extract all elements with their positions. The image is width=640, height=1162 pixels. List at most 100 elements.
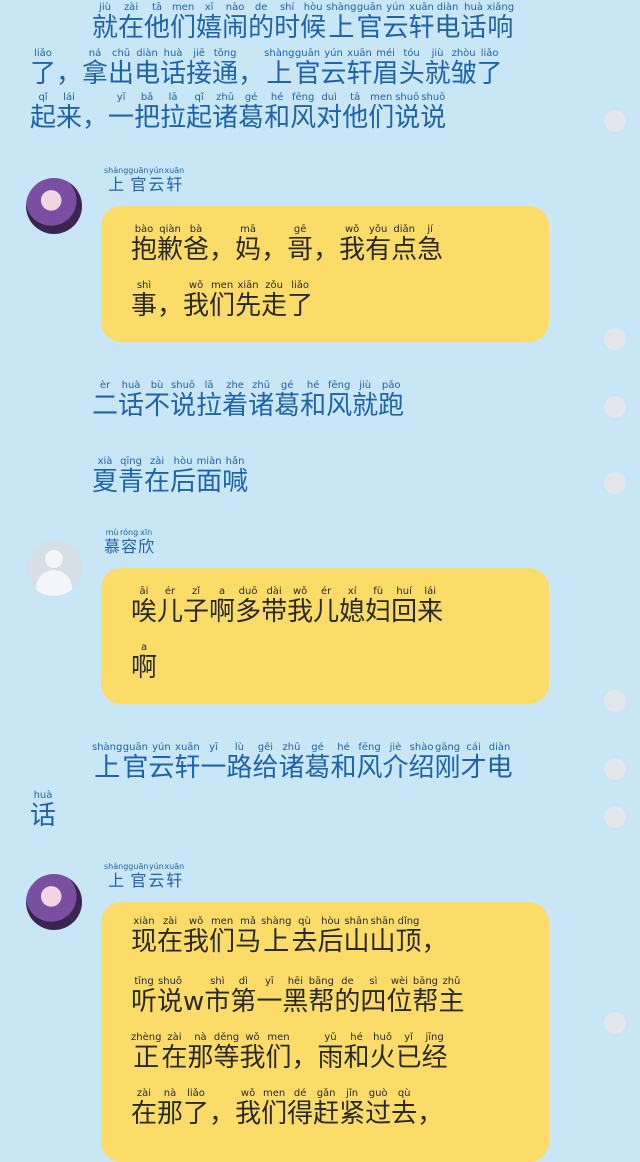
ruby-char: 帮bāng: [412, 976, 439, 1017]
ruby-char: 在zài: [118, 2, 145, 43]
ruby-char: 的de: [334, 976, 361, 1017]
ruby-char: 拉lā: [160, 92, 187, 133]
ruby-char: 回huí: [391, 586, 418, 627]
ruby-char: 第dì: [230, 976, 257, 1017]
message-line: 听tīng说shuōw 市shì第dì一yī黑hēi帮bāng的de四sì位wè…: [131, 976, 464, 1018]
ruby-char: 儿ér: [157, 586, 184, 627]
message-line: 事shì， 我wǒ们men先xiān走zǒu了liǎo: [131, 280, 313, 322]
ruby-char: 点diǎn: [391, 224, 418, 265]
ruby-char: 把bǎ: [134, 92, 161, 133]
ruby-char: ，: [417, 1099, 444, 1129]
default-avatar-head: [45, 550, 63, 568]
avatar-murongxin[interactable]: [26, 540, 82, 596]
scroll-dot: [604, 690, 626, 712]
ruby-char: ，: [56, 59, 83, 89]
ruby-char: ，: [313, 235, 340, 265]
ruby-char: 跑pǎo: [378, 380, 405, 421]
ruby-char: 听tīng: [131, 976, 158, 1017]
ruby-char: 欣xīn: [138, 528, 155, 556]
ruby-char: 说shuō: [394, 92, 421, 133]
ruby-char: 爸bà: [183, 224, 210, 265]
ruby-char: 们men: [265, 1032, 292, 1073]
narration-line: 话huà: [30, 790, 56, 832]
ruby-char: 去qù: [391, 1088, 418, 1129]
ruby-char: 山shān: [369, 916, 396, 957]
ruby-char: 们men: [261, 1088, 288, 1129]
ruby-char: 上shàng: [264, 48, 295, 89]
ruby-char: 不bù: [144, 380, 171, 421]
ruby-char: 着zhe: [222, 380, 249, 421]
default-avatar-body: [36, 570, 72, 596]
avatar-shangguan[interactable]: [26, 874, 82, 930]
ruby-char: 慕mù: [104, 528, 121, 556]
ruby-char: 葛gé: [274, 380, 301, 421]
ruby-char: 出chū: [108, 48, 135, 89]
ruby-char: 来lái: [56, 92, 83, 133]
ruby-char: 我wǒ: [287, 586, 314, 627]
ruby-char: 介jiè: [382, 742, 409, 783]
ruby-char: 多duō: [235, 586, 262, 627]
ruby-char: 路lù: [226, 742, 253, 783]
ruby-char: 诸zhū: [248, 380, 275, 421]
ruby-char: 给gěi: [252, 742, 279, 783]
ruby-char: 在zài: [157, 916, 184, 957]
avatar-shangguan[interactable]: [26, 178, 82, 234]
scroll-dot: [604, 758, 626, 780]
ruby-char: 青qīng: [118, 456, 145, 497]
ruby-char: 一yī: [256, 976, 283, 1017]
ruby-char: 主zhǔ: [438, 976, 465, 1017]
ruby-char: 就jiù: [424, 48, 451, 89]
ruby-char: 对duì: [316, 92, 343, 133]
ruby-char: 风fēng: [326, 380, 353, 421]
ruby-char: 现xiàn: [131, 916, 158, 957]
ruby-char: 后hòu: [170, 456, 197, 497]
ruby-char: 和hé: [264, 92, 291, 133]
ruby-char: 说shuō: [157, 976, 184, 1017]
ruby-char: 黑hēi: [282, 976, 309, 1017]
ruby-char: 喊hǎn: [222, 456, 249, 497]
ruby-char: ，: [261, 235, 288, 265]
ruby-char: 起qǐ: [30, 92, 57, 133]
ruby-char: 葛gé: [304, 742, 331, 783]
ruby-char: 官guān: [122, 742, 149, 783]
ruby-char: 上shàng: [261, 916, 292, 957]
message-line: 正zhèng在zài那nà等děng我wǒ们men， 雨yǔ和hé火huǒ已yǐ…: [131, 1032, 448, 1074]
ruby-char: 在zài: [161, 1032, 188, 1073]
ruby-char: 我wǒ: [183, 916, 210, 957]
ruby-char: 和hé: [343, 1032, 370, 1073]
ruby-char: 话huà: [30, 790, 57, 831]
ruby-char: 来lái: [417, 586, 444, 627]
ruby-char: 已yǐ: [395, 1032, 422, 1073]
ruby-char: 和hé: [300, 380, 327, 421]
ruby-char: 哥gē: [287, 224, 314, 265]
scroll-dot: [604, 472, 626, 494]
ruby-char: 我wǒ: [339, 224, 366, 265]
ruby-char: 容róng: [120, 528, 139, 556]
narration-line: 上shàng官guān云yún轩xuān一yī路lù给gěi诸zhū葛gé和hé…: [92, 742, 513, 784]
ruby-char: 上shàng: [326, 2, 357, 43]
ruby-char: 二èr: [92, 380, 119, 421]
ruby-char: 电diàn: [134, 48, 161, 89]
ruby-char: 先xiān: [235, 280, 262, 321]
ruby-char: 刚gāng: [434, 742, 461, 783]
ruby-char: 和hé: [330, 742, 357, 783]
ruby-char: 在zài: [131, 1088, 158, 1129]
ruby-char: 轩xuān: [164, 862, 185, 890]
message-line: 抱bào歉qiàn爸bà， 妈mā， 哥gē， 我wǒ有yǒu点diǎn急jí: [131, 224, 443, 266]
ruby-char: 们men: [170, 2, 197, 43]
ruby-char: 有yǒu: [365, 224, 392, 265]
narration-line: 起qǐ来lái， 一yī把bǎ拉lā起qǐ诸zhū葛gé和hé风fēng对duì…: [30, 92, 446, 134]
scroll-dot: [604, 806, 626, 828]
ruby-char: ，: [82, 103, 109, 133]
ruby-char: 官guān: [356, 2, 383, 43]
ruby-char: 啊a: [131, 642, 158, 683]
scroll-dot: [604, 396, 626, 418]
ruby-char: 得dé: [287, 1088, 314, 1129]
ruby-char: 拿ná: [82, 48, 109, 89]
ruby-char: 电diàn: [434, 2, 461, 43]
ruby-char: 轩xuān: [164, 166, 185, 194]
ruby-char: 话huà: [118, 380, 145, 421]
ruby-char: 闹nào: [222, 2, 249, 43]
narration-line: 二èr话huà不bù说shuō拉lā着zhe诸zhū葛gé和hé风fēng就ji…: [92, 380, 404, 422]
message-bubble: 唉āi儿ér子zǐ啊a多duō带dài我wǒ儿ér媳xí妇fù回huí来lái …: [101, 568, 549, 704]
